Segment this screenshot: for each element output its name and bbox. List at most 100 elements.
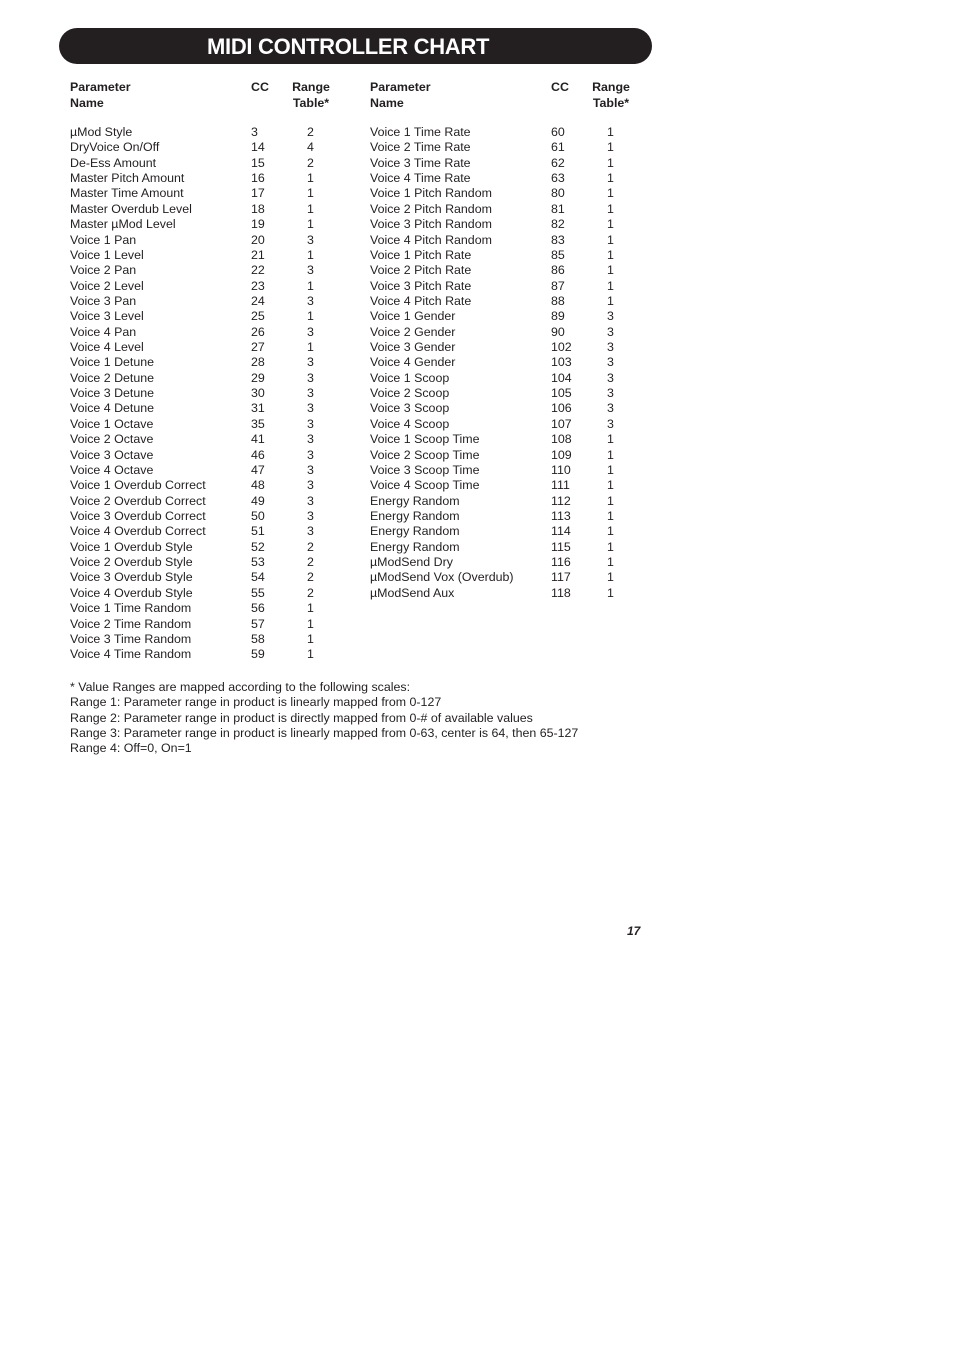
cc-number: 24 — [251, 293, 265, 308]
range-table: 1 — [607, 555, 614, 570]
parameter-name: µModSend Dry — [370, 555, 453, 570]
range-table: 1 — [607, 293, 614, 308]
range-table: 2 — [307, 555, 314, 570]
cc-number: 22 — [251, 263, 265, 278]
cc-number: 118 — [551, 585, 571, 600]
parameter-name: Voice 4 Level — [70, 340, 144, 355]
cc-number: 25 — [251, 309, 265, 324]
range-table: 1 — [307, 647, 314, 662]
cc-number: 54 — [251, 570, 265, 585]
cc-number: 18 — [251, 201, 265, 216]
parameter-name: DryVoice On/Off — [70, 140, 160, 155]
range-table: 3 — [607, 355, 614, 370]
parameter-name: Voice 1 Overdub Style — [70, 539, 193, 554]
cc-number: 20 — [251, 232, 265, 247]
range-table: 3 — [307, 355, 314, 370]
header-cc: CC — [551, 80, 569, 94]
range-table: 3 — [607, 401, 614, 416]
parameter-name: Voice 3 Time Rate — [370, 155, 471, 170]
cc-number: 60 — [551, 125, 565, 139]
range-table: 3 — [607, 309, 614, 324]
range-table: 1 — [307, 186, 314, 201]
range-table: 3 — [307, 524, 314, 539]
parameter-name: Voice 3 Gender — [370, 340, 456, 355]
header-range-line1: Range — [292, 80, 330, 94]
cc-number: 106 — [551, 401, 572, 416]
range-notes: * Value Ranges are mapped according to t… — [70, 680, 578, 757]
header-parameter-name: Parameter Name — [70, 80, 131, 110]
parameter-name: Voice 1 Scoop — [370, 370, 450, 385]
range-table: 2 — [307, 539, 314, 554]
range-table: 3 — [307, 370, 314, 385]
parameter-name: Voice 4 Detune — [70, 401, 155, 416]
range-table: 1 — [607, 508, 614, 523]
parameter-name: Voice 4 Octave — [70, 462, 154, 477]
cc-number: 35 — [251, 416, 265, 431]
range-table: 1 — [607, 186, 614, 201]
cc-number: 115 — [551, 539, 571, 554]
parameter-name: Voice 2 Overdub Style — [70, 555, 193, 570]
parameter-name: µModSend Aux — [370, 585, 455, 600]
range-table: 2 — [307, 155, 314, 170]
range-table: 3 — [307, 508, 314, 523]
parameter-name: Energy Random — [370, 524, 460, 539]
parameter-name: Voice 1 Gender — [370, 309, 456, 324]
range-table: 3 — [607, 370, 614, 385]
cc-number: 88 — [551, 293, 565, 308]
parameter-name: Energy Random — [370, 508, 460, 523]
parameter-name: Voice 3 Pitch Random — [370, 217, 492, 232]
range-table: 1 — [607, 201, 614, 216]
cc-number: 15 — [251, 155, 265, 170]
range-table: 1 — [307, 247, 314, 262]
parameter-name: Voice 4 Pitch Random — [370, 232, 492, 247]
parameter-name: Voice 2 Octave — [70, 432, 154, 447]
parameter-name: Voice 4 Gender — [370, 355, 456, 370]
cc-number: 29 — [251, 370, 265, 385]
cc-number: 14 — [251, 140, 265, 155]
range-table: 1 — [607, 432, 614, 447]
parameter-name: Voice 2 Pitch Rate — [370, 263, 472, 278]
parameter-name: Voice 2 Scoop — [370, 386, 450, 401]
range-table: 1 — [607, 524, 614, 539]
note-line: Range 2: Parameter range in product is d… — [70, 710, 533, 725]
parameter-name: Voice 4 Pitch Rate — [370, 293, 472, 308]
cc-number: 82 — [551, 217, 565, 232]
range-table: 3 — [307, 293, 314, 308]
cc-number: 27 — [251, 340, 265, 355]
range-table: 3 — [307, 478, 314, 493]
cc-number: 63 — [551, 171, 565, 186]
cc-number: 107 — [551, 416, 572, 431]
cc-number: 58 — [251, 631, 265, 646]
cc-number: 113 — [551, 508, 571, 523]
range-table: 1 — [307, 201, 314, 216]
cc-number: 56 — [251, 601, 265, 616]
range-table: 3 — [307, 401, 314, 416]
parameter-name: Master Pitch Amount — [70, 171, 185, 186]
cc-number: 50 — [251, 508, 265, 523]
range-table: 1 — [607, 247, 614, 262]
range-table: 2 — [307, 570, 314, 585]
parameter-name: Voice 1 Pitch Rate — [370, 247, 472, 262]
parameter-name: Voice 4 Time Rate — [370, 171, 471, 186]
cc-number: 61 — [551, 140, 565, 155]
parameter-name: Voice 1 Scoop Time — [370, 432, 480, 447]
range-table: 1 — [607, 278, 614, 293]
cc-number: 104 — [551, 370, 572, 385]
range-table: 3 — [307, 386, 314, 401]
cc-number: 83 — [551, 232, 565, 247]
range-table: 1 — [607, 217, 614, 232]
range-table: 1 — [607, 263, 614, 278]
parameter-name: Voice 4 Scoop — [370, 416, 450, 431]
cc-number: 21 — [251, 247, 265, 262]
parameter-name: Voice 2 Pitch Random — [370, 201, 492, 216]
range-table: 3 — [307, 324, 314, 339]
parameter-name: Master Overdub Level — [70, 201, 192, 216]
cc-number: 26 — [251, 324, 265, 339]
range-table: 1 — [607, 140, 614, 155]
range-table: 1 — [607, 462, 614, 477]
range-table: 3 — [607, 416, 614, 431]
parameter-name: Voice 4 Scoop Time — [370, 478, 480, 493]
range-table: 3 — [607, 324, 614, 339]
parameter-name: Voice 1 Pitch Random — [370, 186, 492, 201]
range-table: 3 — [307, 432, 314, 447]
